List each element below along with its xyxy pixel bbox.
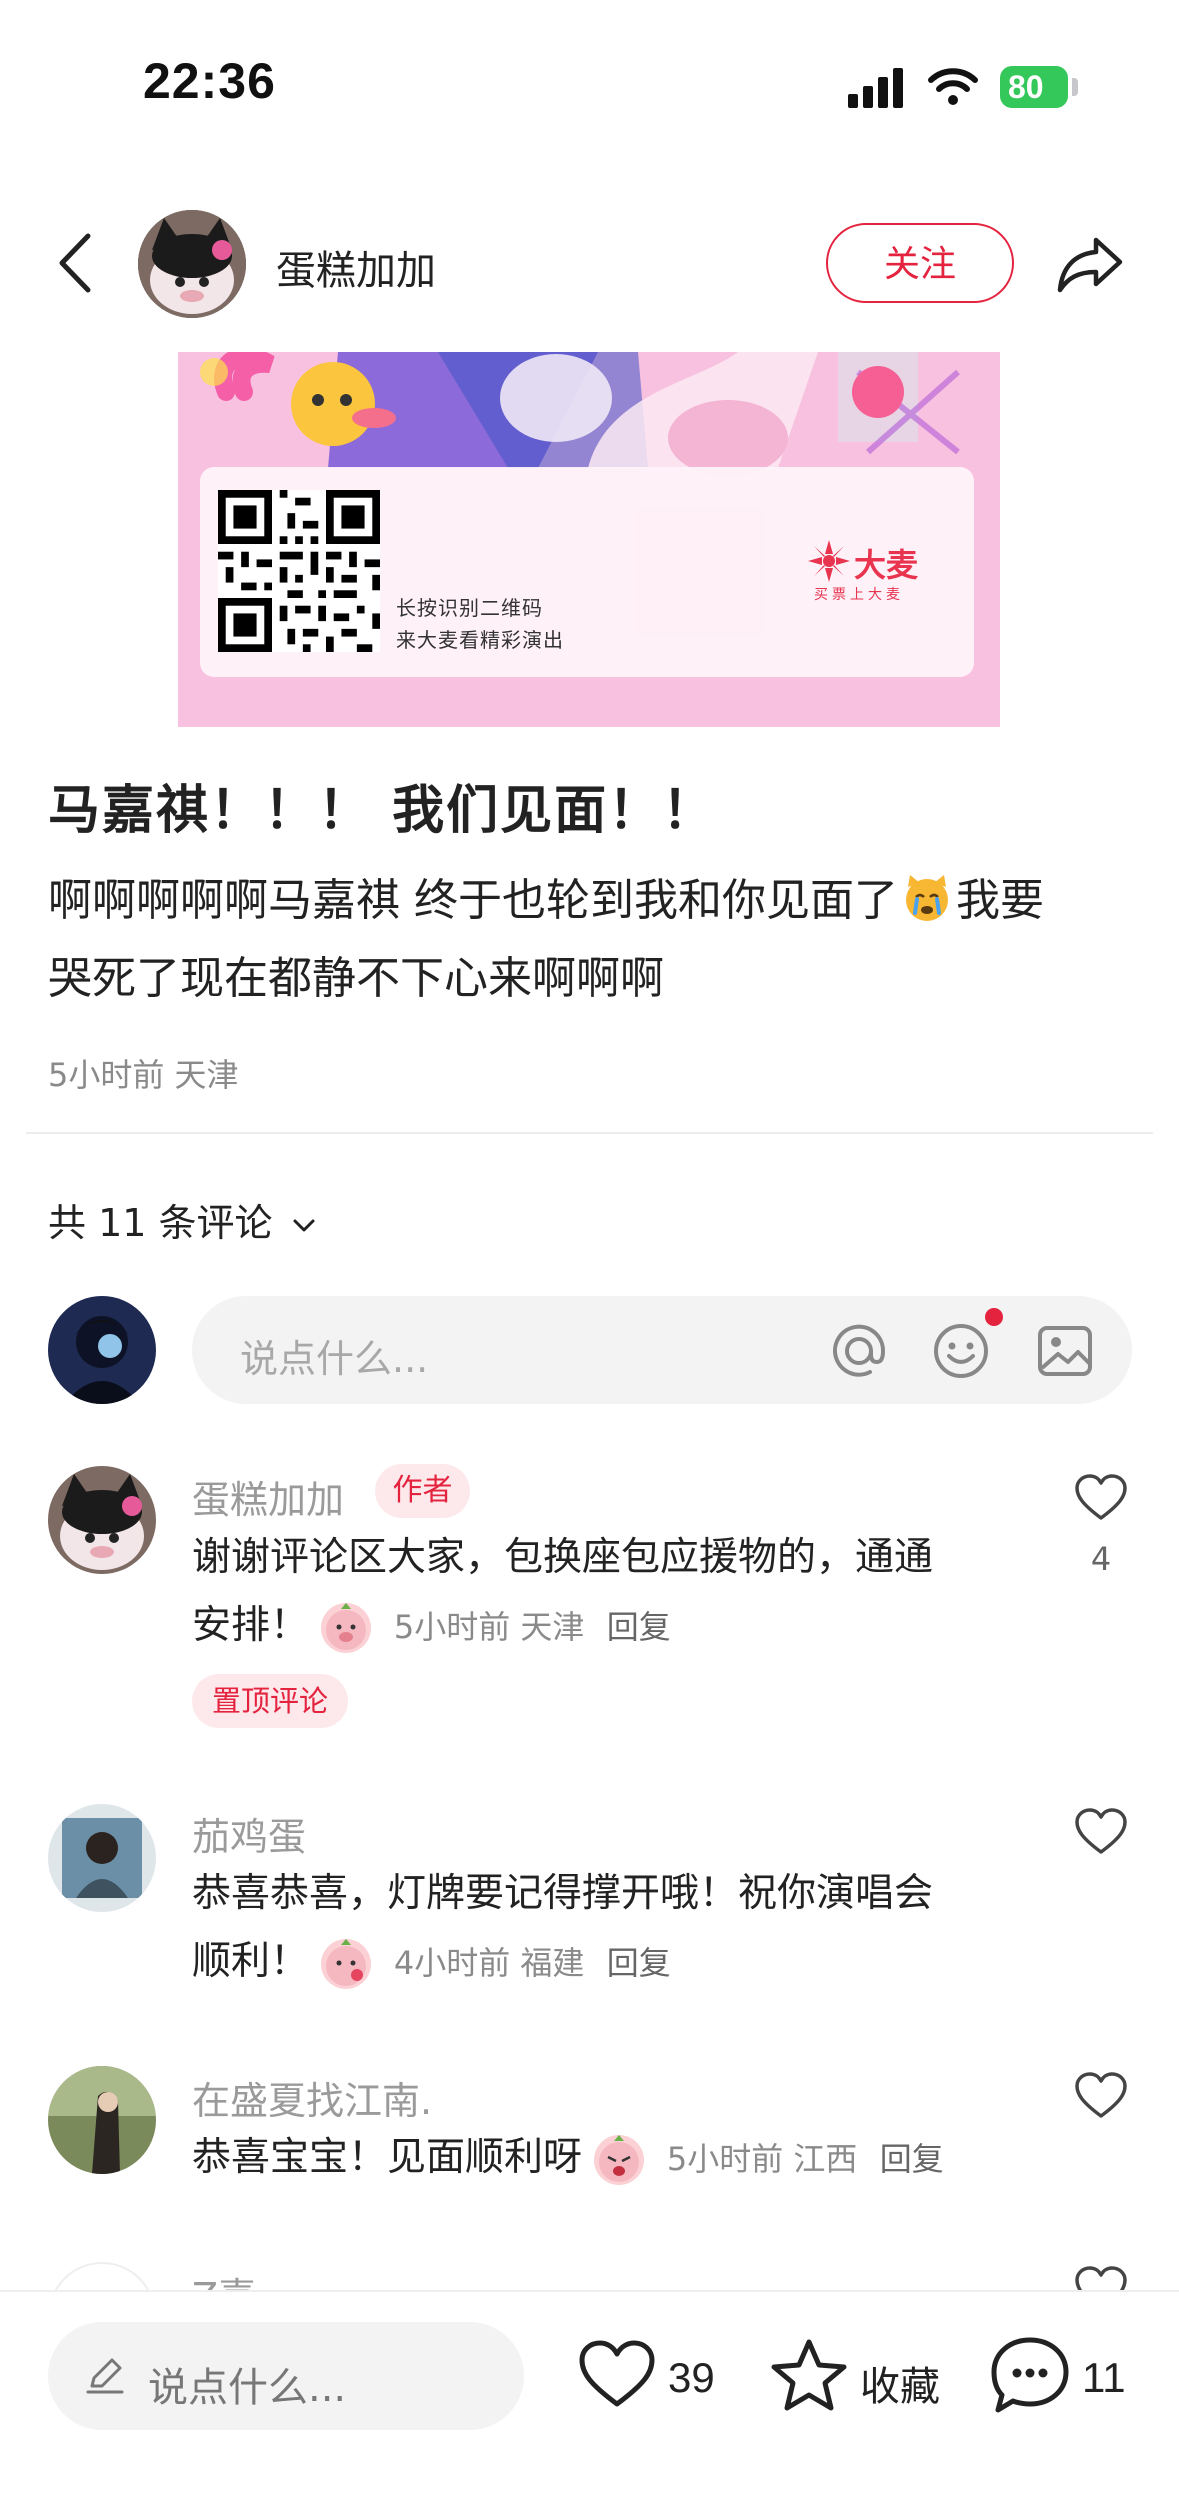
commenter-avatar[interactable]: [48, 1466, 156, 1574]
comment-meta: 5小时前 天津: [393, 1608, 585, 1646]
avatar-image: [48, 1804, 156, 1912]
like-count[interactable]: 39: [668, 2354, 715, 2402]
heart-icon[interactable]: [1074, 1808, 1128, 1856]
comment-text-line1: 谢谢评论区大家，包换座包应援物的，通通: [192, 1535, 934, 1580]
comment-text-line2: 安排！ 5小时前 天津 回复: [192, 1592, 1052, 1661]
bottom-input-placeholder: 说点什么...: [148, 2365, 347, 2411]
avatar-image: [138, 210, 246, 318]
status-time: 22:36: [143, 53, 276, 109]
pencil-icon: [86, 2358, 124, 2394]
emoji-notification-dot: [985, 1308, 1003, 1326]
pig-sticker-icon: [321, 1602, 372, 1653]
cellular-signal-icon: [848, 68, 903, 108]
commenter-name[interactable]: 茄鸡蛋: [192, 1806, 306, 1861]
author-avatar[interactable]: [138, 210, 246, 318]
damai-brand: 大麦: [854, 546, 919, 584]
reply-link[interactable]: 回复: [880, 2140, 944, 2178]
post-body-line1-end: 我要: [956, 875, 1044, 926]
commenter-avatar[interactable]: [48, 1804, 156, 1912]
collect-label[interactable]: 收藏: [860, 2354, 940, 2412]
post-meta: 5小时前 天津: [48, 1056, 239, 1094]
avatar-image: [48, 2066, 156, 2174]
heart-icon[interactable]: [1074, 2072, 1128, 2120]
post-title: 马嘉祺！！！ 我们见面！！: [48, 781, 717, 841]
emoji-icon[interactable]: [932, 1322, 990, 1380]
wifi-icon: [928, 68, 978, 105]
commenter-avatar[interactable]: [48, 2066, 156, 2174]
crying-cat-emoji-icon: [906, 875, 948, 921]
reply-link[interactable]: 回复: [607, 1608, 671, 1646]
commenter-name[interactable]: 蛋糕加加: [192, 1469, 344, 1524]
battery-indicator: 80: [1000, 66, 1068, 108]
like-heart-icon[interactable]: [578, 2340, 656, 2410]
poster-caption-line1: 长按识别二维码: [396, 596, 543, 620]
star-icon[interactable]: [770, 2338, 848, 2412]
comment-count-label: 共 11 条评论: [48, 1201, 273, 1245]
comment-bubble-icon[interactable]: [990, 2336, 1070, 2414]
damai-brand-sub: 买票上大麦: [814, 587, 904, 603]
avatar-image: [48, 1296, 156, 1404]
comment-meta: 4小时前 福建: [393, 1944, 585, 1982]
current-user-avatar[interactable]: [48, 1296, 156, 1404]
author-name[interactable]: 蛋糕加加: [276, 238, 436, 296]
comment-text: 恭喜恭喜，灯牌要记得撑开哦！祝你演唱会 顺利！ 4小时前 福建 回复: [192, 1860, 1052, 1997]
divider: [26, 1132, 1153, 1134]
chevron-down-icon: [293, 1219, 315, 1231]
mention-at-icon[interactable]: [830, 1322, 888, 1380]
poster-caption-line2: 来大麦看精彩演出: [396, 628, 564, 652]
comment-text-line2-text: 顺利！: [192, 1939, 310, 1984]
comment-meta: 5小时前 江西: [666, 2140, 858, 2178]
comment-like-count: 4: [1090, 1540, 1112, 1578]
comment-total-count[interactable]: 11: [1082, 2354, 1126, 2402]
back-arrow-icon[interactable]: [52, 230, 96, 296]
comment-text-line1: 恭喜恭喜，灯牌要记得撑开哦！祝你演唱会: [192, 1871, 934, 1916]
post-body-line1: 啊啊啊啊啊马嘉祺 终于也轮到我和你见面了: [48, 875, 898, 926]
pig-crying-sticker-icon: [594, 2134, 645, 2185]
heart-icon[interactable]: [1074, 1474, 1128, 1522]
post-body: 啊啊啊啊啊马嘉祺 终于也轮到我和你见面了 我要 哭死了现在都静不下心来啊啊啊: [48, 862, 1138, 1018]
damai-logo-icon: [808, 540, 850, 582]
share-icon[interactable]: [1056, 234, 1126, 294]
author-badge: 作者: [375, 1464, 470, 1518]
comment-text: 谢谢评论区大家，包换座包应援物的，通通 安排！ 5小时前 天津 回复: [192, 1524, 1052, 1661]
comment-input-placeholder: 说点什么...: [240, 1337, 429, 1381]
pinned-comment-badge: 置顶评论: [192, 1674, 348, 1728]
post-body-line2: 哭死了现在都静不下心来啊啊啊: [48, 953, 664, 1004]
pig-sticker-icon: [321, 1938, 372, 1989]
follow-button[interactable]: 关注: [826, 223, 1014, 303]
commenter-name[interactable]: 在盛夏找江南.: [192, 2070, 432, 2125]
battery-cap: [1072, 78, 1078, 96]
avatar-image: [48, 1466, 156, 1574]
qr-code[interactable]: [218, 490, 380, 652]
comment-text-line2: 顺利！ 4小时前 福建 回复: [192, 1928, 1052, 1997]
reply-link[interactable]: 回复: [607, 1944, 671, 1982]
comment-text-line2-text: 安排！: [192, 1603, 310, 1648]
comment-text-line1: 恭喜宝宝！见面顺利呀: [192, 2135, 583, 2180]
comment-count-toggle[interactable]: 共 11 条评论: [48, 1192, 317, 1247]
image-icon[interactable]: [1036, 1322, 1094, 1380]
comment-text: 恭喜宝宝！见面顺利呀 5小时前 江西 回复: [192, 2124, 1092, 2193]
